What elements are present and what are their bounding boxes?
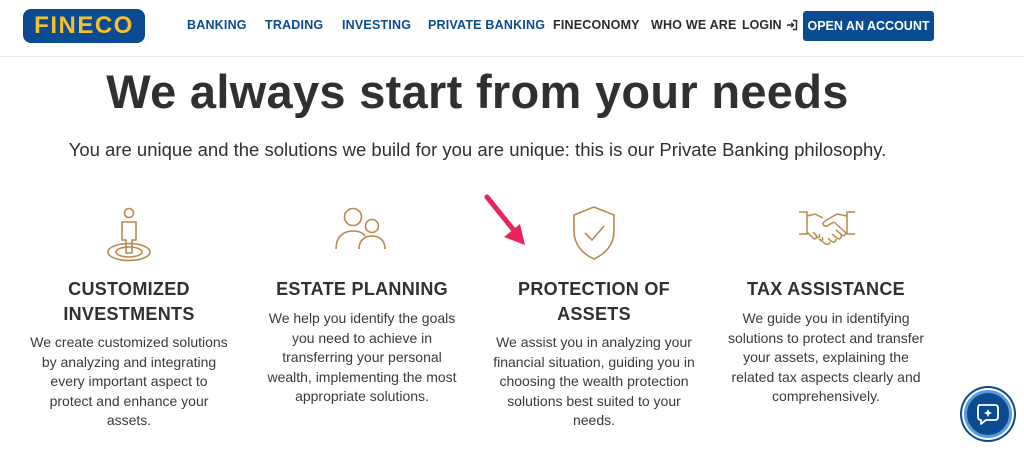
feature-title-tax-assistance: TAX ASSISTANCE [747,279,905,299]
shield-check-icon [573,206,615,260]
login-link[interactable]: LOGIN [742,18,798,32]
feature-title-protection-of-assets: PROTECTION OF ASSETS [518,279,670,324]
chat-assistant-button[interactable] [964,390,1012,438]
fineco-logo[interactable]: FINECO [23,9,145,43]
header-divider [0,56,1024,57]
logo-text: FINECO [34,12,134,39]
feature-desc-customized-investments: We create customized solutions by analyz… [30,334,228,428]
handshake-icon [799,211,855,246]
page-subtitle: You are unique and the solutions we buil… [68,139,887,160]
feature-desc-estate-planning: We help you identify the goals you need … [267,310,457,404]
nav-item-fineconomy[interactable]: FINECONOMY [553,18,640,32]
people-icon [335,207,386,250]
feature-desc-protection-of-assets: We assist you in analyzing your financia… [493,334,695,428]
page-title: We always start from your needs [106,65,849,118]
nav-item-who-we-are[interactable]: WHO WE ARE [651,18,737,32]
chat-assistant-icon [977,404,999,425]
login-icon [786,19,797,31]
person-target-icon [107,207,151,262]
open-account-button[interactable]: OPEN AN ACCOUNT [803,11,934,41]
feature-title-customized-investments: CUSTOMIZED INVESTMENTS [63,279,195,324]
nav-item-trading[interactable]: TRADING [265,18,323,32]
login-label: LOGIN [742,18,782,32]
feature-desc-tax-assistance: We guide you in identifying solutions to… [727,310,925,404]
pointer-arrow-icon [484,194,525,245]
nav-item-private-banking[interactable]: PRIVATE BANKING [428,18,545,32]
feature-title-estate-planning: ESTATE PLANNING [276,279,448,299]
top-navbar: FINECO BANKING TRADING INVESTING PRIVATE… [0,0,1024,52]
nav-item-investing[interactable]: INVESTING [342,18,411,32]
nav-item-banking[interactable]: BANKING [187,18,247,32]
